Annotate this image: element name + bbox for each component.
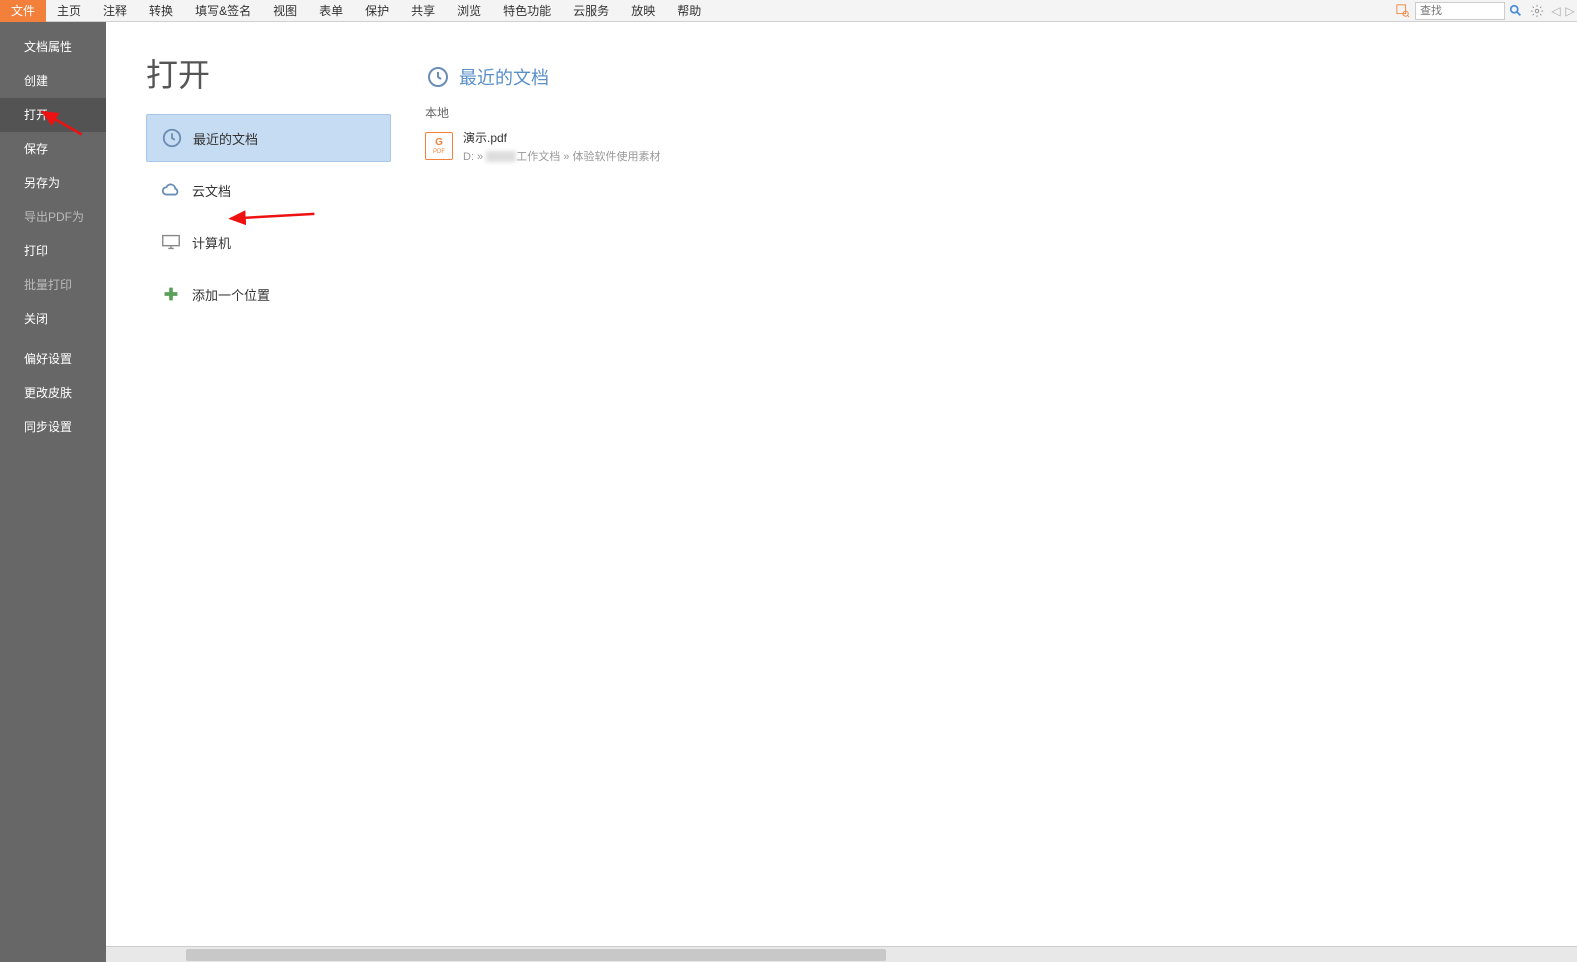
- tab-share[interactable]: 共享: [400, 0, 446, 22]
- recent-file-row[interactable]: GPDF 演示.pdf D: » 工作文档 » 体验软件使用素材: [425, 125, 1577, 167]
- plus-icon: [158, 281, 184, 307]
- sidebar-item-sync[interactable]: 同步设置: [0, 410, 106, 444]
- sidebar-item-preferences[interactable]: 偏好设置: [0, 342, 106, 376]
- tab-features[interactable]: 特色功能: [492, 0, 562, 22]
- sidebar-item-skin[interactable]: 更改皮肤: [0, 376, 106, 410]
- sidebar-item-open[interactable]: 打开: [0, 98, 106, 132]
- source-recent[interactable]: 最近的文档: [146, 114, 391, 162]
- find-highlight-icon[interactable]: [1395, 3, 1411, 19]
- tab-form[interactable]: 表单: [308, 0, 354, 22]
- tab-slideshow[interactable]: 放映: [620, 0, 666, 22]
- source-label: 计算机: [192, 233, 231, 252]
- clock-icon: [425, 64, 451, 90]
- tab-convert[interactable]: 转换: [138, 0, 184, 22]
- settings-gear-icon[interactable]: [1527, 1, 1547, 21]
- page-title: 打开: [146, 50, 391, 96]
- scrollbar-thumb[interactable]: [186, 949, 886, 961]
- file-path: D: » 工作文档 » 体验软件使用素材: [463, 148, 660, 164]
- nav-next-icon[interactable]: ▷: [1563, 1, 1577, 21]
- horizontal-scrollbar[interactable]: [106, 946, 1577, 962]
- search-input[interactable]: [1415, 2, 1505, 20]
- sidebar-item-close[interactable]: 关闭: [0, 302, 106, 336]
- section-local-label: 本地: [425, 104, 1577, 121]
- tab-view[interactable]: 视图: [262, 0, 308, 22]
- cloud-icon: [158, 177, 184, 203]
- sidebar-item-batchprint[interactable]: 批量打印: [0, 268, 106, 302]
- tab-annotate[interactable]: 注释: [92, 0, 138, 22]
- recent-files-panel: 最近的文档 本地 GPDF 演示.pdf D: » 工作文档 » 体验软件使用素…: [391, 22, 1577, 962]
- source-label: 云文档: [192, 181, 231, 200]
- tab-fillsign[interactable]: 填写&签名: [184, 0, 262, 22]
- source-add-place[interactable]: 添加一个位置: [146, 270, 391, 318]
- open-sources-panel: 打开 最近的文档 云文档: [106, 22, 391, 962]
- computer-icon: [158, 229, 184, 255]
- file-name: 演示.pdf: [463, 129, 660, 146]
- source-computer[interactable]: 计算机: [146, 218, 391, 266]
- source-label: 添加一个位置: [192, 285, 270, 304]
- clock-icon: [159, 125, 185, 151]
- tab-browse[interactable]: 浏览: [446, 0, 492, 22]
- sidebar-item-saveas[interactable]: 另存为: [0, 166, 106, 200]
- sidebar-item-print[interactable]: 打印: [0, 234, 106, 268]
- file-sidebar: 文档属性 创建 打开 保存 另存为 导出PDF为 打印 批量打印 关闭 偏好设置…: [0, 22, 106, 962]
- pdf-file-icon: GPDF: [425, 132, 453, 160]
- recent-title: 最近的文档: [459, 64, 549, 90]
- sidebar-item-create[interactable]: 创建: [0, 64, 106, 98]
- tab-protect[interactable]: 保护: [354, 0, 400, 22]
- tab-help[interactable]: 帮助: [666, 0, 712, 22]
- sidebar-item-save[interactable]: 保存: [0, 132, 106, 166]
- search-button[interactable]: [1507, 2, 1525, 20]
- tab-file[interactable]: 文件: [0, 0, 46, 22]
- source-label: 最近的文档: [193, 129, 258, 148]
- tab-cloud[interactable]: 云服务: [562, 0, 620, 22]
- top-menu-bar: 文件 主页 注释 转换 填写&签名 视图 表单 保护 共享 浏览 特色功能 云服…: [0, 0, 1577, 22]
- nav-prev-icon[interactable]: ◁: [1549, 1, 1563, 21]
- tab-home[interactable]: 主页: [46, 0, 92, 22]
- sidebar-item-export[interactable]: 导出PDF为: [0, 200, 106, 234]
- source-cloud[interactable]: 云文档: [146, 166, 391, 214]
- sidebar-item-properties[interactable]: 文档属性: [0, 30, 106, 64]
